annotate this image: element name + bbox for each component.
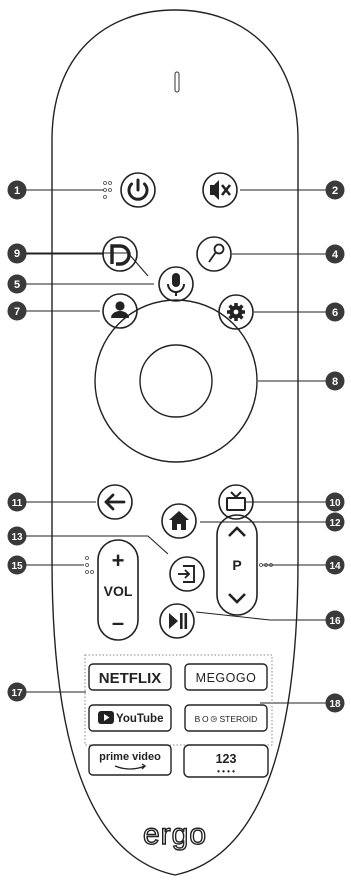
callout-11: 11	[7, 492, 27, 512]
volume-up-label[interactable]: +	[112, 548, 125, 573]
megogo-label: MEGOGO	[196, 671, 257, 685]
prime-video-label: prime video	[99, 751, 161, 763]
power-button[interactable]	[120, 172, 156, 208]
chevron-up-icon[interactable]	[228, 526, 246, 537]
pairing-button[interactable]	[196, 236, 232, 272]
svg-text:17: 17	[11, 688, 23, 699]
svg-text:11: 11	[12, 498, 23, 509]
settings-button[interactable]	[218, 294, 254, 330]
volume-down-label[interactable]: –	[112, 610, 124, 635]
input-source-icon	[178, 565, 195, 583]
svg-text:ergo: ergo	[143, 818, 207, 851]
callout-badges: 123456789101112131415161718	[7, 180, 345, 713]
callout-17: 17	[7, 682, 27, 702]
youtube-play-icon	[98, 711, 114, 724]
youtube-label: YouTube	[116, 713, 163, 725]
callout-13: 13	[7, 526, 27, 546]
mute-button[interactable]	[202, 172, 238, 208]
numpad-button[interactable]: 123 • • • •	[183, 744, 269, 778]
netflix-button[interactable]: NETFLIX	[88, 663, 172, 691]
callout-12: 12	[325, 512, 345, 532]
callout-5: 5	[7, 274, 27, 294]
svg-text:2: 2	[332, 185, 338, 197]
callout-9: 9	[7, 243, 27, 263]
ergo-logo: ergo	[142, 817, 207, 851]
svg-text:12: 12	[329, 518, 341, 529]
callout-15: 15	[7, 555, 27, 575]
youtube-button[interactable]: YouTube	[88, 704, 172, 732]
mute-icon	[210, 180, 232, 200]
navigation-ring[interactable]	[94, 299, 258, 463]
svg-text:7: 7	[14, 306, 20, 318]
svg-text:1: 1	[14, 185, 20, 197]
voice-mic-button[interactable]	[158, 266, 194, 302]
callout-14: 14	[325, 555, 345, 575]
boosteroid-label: B O ⧁ STEROID	[195, 714, 258, 724]
prime-video-button[interactable]: prime video	[88, 744, 172, 776]
callout-2: 2	[325, 180, 345, 200]
play-pause-icon	[169, 613, 188, 629]
play-pause-button[interactable]	[159, 603, 195, 639]
svg-text:4: 4	[332, 249, 339, 261]
svg-text:18: 18	[329, 699, 341, 710]
svg-text:8: 8	[332, 376, 338, 388]
user-icon	[111, 301, 129, 318]
megogo-button[interactable]: MEGOGO	[184, 663, 268, 691]
ir-sensor-slot	[174, 71, 180, 93]
netflix-label: NETFLIX	[99, 670, 162, 687]
ok-button[interactable]	[139, 344, 213, 418]
svg-text:9: 9	[14, 248, 20, 260]
svg-text:16: 16	[329, 616, 341, 627]
volume-rocker[interactable]: + VOL –	[97, 539, 139, 641]
power-led-dots	[103, 181, 112, 199]
callout-8: 8	[325, 371, 345, 391]
callout-18: 18	[325, 693, 345, 713]
callout-6: 6	[325, 302, 345, 322]
home-icon	[169, 511, 189, 530]
gear-icon	[227, 303, 245, 321]
callout-7: 7	[7, 301, 27, 321]
chevron-down-icon[interactable]	[228, 593, 246, 604]
home-button[interactable]	[161, 503, 197, 539]
svg-text:13: 13	[11, 532, 23, 543]
handheld-mic-icon	[208, 243, 225, 263]
back-button[interactable]	[97, 484, 133, 520]
callout-16: 16	[325, 610, 345, 630]
svg-text:10: 10	[329, 498, 341, 509]
callout-1: 1	[7, 180, 27, 200]
callout-10: 10	[325, 492, 345, 512]
assistant-button[interactable]	[102, 236, 138, 272]
numpad-dots: • • • •	[217, 767, 235, 776]
boosteroid-button[interactable]: B O ⧁ STEROID	[184, 704, 268, 732]
program-rocker[interactable]: P	[216, 514, 258, 616]
input-button[interactable]	[169, 556, 205, 592]
prime-smile-icon	[114, 763, 147, 770]
remote-control-diagram: + VOL – P NETFLIX MEGOGO YouTube B O ⧁ S…	[7, 9, 345, 876]
back-arrow-icon	[104, 493, 126, 511]
assistant-d-icon	[110, 244, 131, 266]
callout-4: 4	[325, 244, 345, 264]
svg-text:6: 6	[332, 307, 338, 319]
tv-icon	[226, 491, 246, 511]
numpad-label: 123	[216, 752, 237, 766]
svg-text:5: 5	[14, 279, 20, 291]
program-label: P	[232, 557, 241, 573]
volume-label: VOL	[104, 583, 133, 599]
microphone-icon	[167, 273, 185, 296]
svg-text:14: 14	[329, 561, 341, 572]
volume-dots	[85, 556, 94, 574]
svg-text:15: 15	[11, 561, 23, 572]
power-icon	[127, 178, 149, 201]
